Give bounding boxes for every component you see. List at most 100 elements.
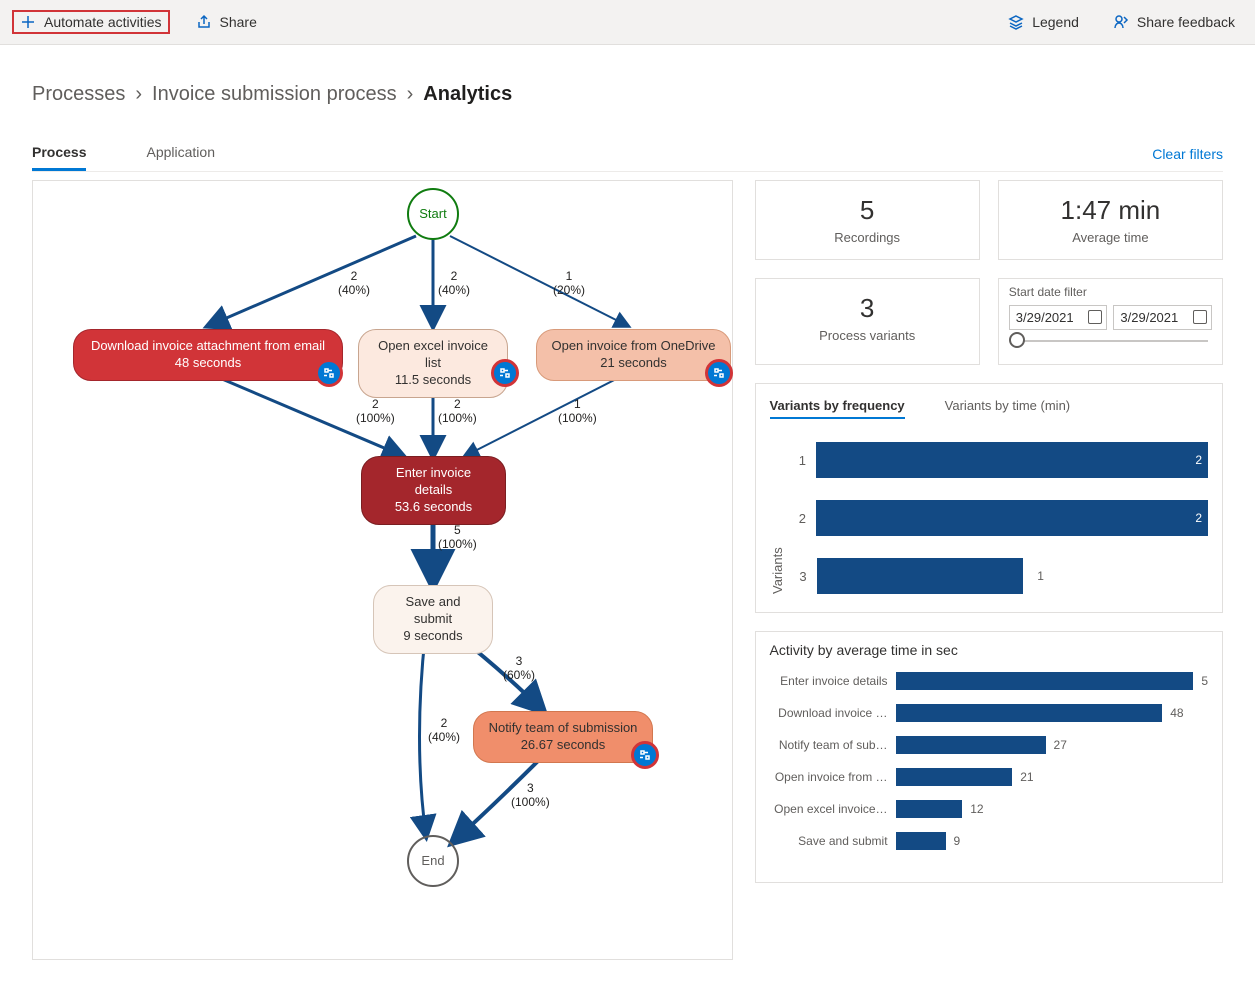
edge-label: 2 (100%)	[356, 397, 395, 426]
edge-label: 1 (20%)	[553, 269, 585, 298]
stat-recordings-label: Recordings	[766, 230, 969, 245]
stat-recordings: 5 Recordings	[755, 180, 980, 260]
breadcrumb-item-invoice[interactable]: Invoice submission process	[152, 83, 397, 106]
bar-value: 2	[1195, 511, 1202, 525]
activity-row[interactable]: Enter invoice details 5	[770, 672, 1208, 690]
date-to-input[interactable]: 3/29/2021	[1113, 305, 1212, 330]
feedback-icon	[1113, 14, 1129, 30]
flow-node-end[interactable]: End	[407, 835, 459, 887]
flow-badge-icon[interactable]	[705, 359, 733, 387]
stat-recordings-value: 5	[766, 195, 969, 226]
activity-label: Enter invoice details	[770, 674, 888, 688]
bar-category: 2	[795, 511, 806, 526]
layers-icon	[1008, 14, 1024, 30]
tab-variants-by-time[interactable]: Variants by time (min)	[945, 394, 1070, 419]
activity-value: 5	[1201, 674, 1208, 688]
activity-row[interactable]: Download invoice …48	[770, 704, 1208, 722]
tab-process[interactable]: Process	[32, 136, 86, 171]
process-flowchart[interactable]: Start 2 (40%) 2 (40%) 1 (20%) Download i…	[32, 180, 733, 960]
edge-label: 2 (100%)	[438, 397, 477, 426]
activity-row[interactable]: Save and submit 9	[770, 832, 1208, 850]
activity-row[interactable]: Notify team of sub… 27	[770, 736, 1208, 754]
date-from-input[interactable]: 3/29/2021	[1009, 305, 1108, 330]
stat-variants: 3 Process variants	[755, 278, 980, 365]
edge-label: 5 (100%)	[438, 523, 477, 552]
activity-value: 9	[954, 834, 961, 848]
clear-filters-link[interactable]: Clear filters	[1152, 146, 1223, 162]
activity-bar	[896, 672, 1194, 690]
activity-bar	[896, 800, 963, 818]
bar-row[interactable]: 31	[795, 558, 1208, 594]
activity-label: Save and submit	[770, 834, 888, 848]
date-slider[interactable]	[1013, 340, 1208, 342]
edge-label: 2 (40%)	[428, 716, 460, 745]
flow-node-download[interactable]: Download invoice attachment from email 4…	[73, 329, 343, 381]
flow-badge-icon[interactable]	[491, 359, 519, 387]
automate-activities-button[interactable]: Automate activities	[12, 10, 170, 34]
bar-category: 3	[795, 569, 807, 584]
bar-value: 1	[1037, 569, 1044, 583]
flow-node-open-excel[interactable]: Open excel invoice list 11.5 seconds	[358, 329, 508, 398]
tabs-row: Process Application Clear filters	[32, 136, 1223, 172]
activity-value: 27	[1054, 738, 1067, 752]
variants-ylabel: Variants	[770, 442, 785, 594]
breadcrumb-item-processes[interactable]: Processes	[32, 83, 125, 106]
edge-label: 3 (60%)	[503, 654, 535, 683]
activity-row[interactable]: Open excel invoice… 12	[770, 800, 1208, 818]
flow-node-save-submit[interactable]: Save and submit 9 seconds	[373, 585, 493, 654]
activity-value: 21	[1020, 770, 1033, 784]
share-feedback-button[interactable]: Share feedback	[1105, 10, 1243, 34]
tab-variants-by-frequency[interactable]: Variants by frequency	[770, 394, 905, 419]
bar-rect: 2	[816, 442, 1208, 478]
breadcrumb: Processes › Invoice submission process ›…	[32, 83, 1223, 106]
flow-node-enter-details[interactable]: Enter invoice details 53.6 seconds	[361, 456, 506, 525]
flow-node-notify[interactable]: Notify team of submission 26.67 seconds	[473, 711, 653, 763]
activity-label: Open invoice from …	[770, 770, 888, 784]
slider-handle[interactable]	[1009, 332, 1025, 348]
chevron-right-icon: ›	[135, 83, 142, 106]
feedback-label: Share feedback	[1137, 14, 1235, 30]
bar-value: 2	[1195, 453, 1202, 467]
activity-panel-title: Activity by average time in sec	[770, 642, 1208, 658]
activity-row[interactable]: Open invoice from … 21	[770, 768, 1208, 786]
activity-bar	[896, 704, 1163, 722]
flow-badge-icon[interactable]	[631, 741, 659, 769]
plus-icon	[20, 14, 36, 30]
activity-panel: Activity by average time in sec Enter in…	[755, 631, 1223, 883]
automate-label: Automate activities	[44, 14, 162, 30]
legend-button[interactable]: Legend	[1000, 10, 1087, 34]
bar-rect: 2	[816, 500, 1208, 536]
flow-node-open-onedrive[interactable]: Open invoice from OneDrive 21 seconds	[536, 329, 731, 381]
flow-badge-icon[interactable]	[315, 359, 343, 387]
bar-row[interactable]: 22	[795, 500, 1208, 536]
flowchart-edges	[33, 181, 732, 959]
variants-chart[interactable]: 122231	[795, 442, 1208, 594]
stat-variants-value: 3	[766, 293, 969, 324]
activity-value: 12	[970, 802, 983, 816]
stat-avg-time: 1:47 min Average time	[998, 180, 1223, 260]
activity-label: Open excel invoice…	[770, 802, 888, 816]
share-button[interactable]: Share	[188, 10, 265, 34]
breadcrumb-item-current: Analytics	[423, 83, 512, 106]
activity-value: 48	[1170, 706, 1183, 720]
bar-rect	[817, 558, 1024, 594]
edge-label: 1 (100%)	[558, 397, 597, 426]
legend-label: Legend	[1032, 14, 1079, 30]
share-icon	[196, 14, 212, 30]
chevron-right-icon: ›	[407, 83, 414, 106]
bar-category: 1	[795, 453, 806, 468]
activity-bar	[896, 768, 1013, 786]
stat-avg-time-value: 1:47 min	[1009, 195, 1212, 226]
bar-row[interactable]: 12	[795, 442, 1208, 478]
share-label: Share	[220, 14, 257, 30]
edge-label: 2 (40%)	[338, 269, 370, 298]
toolbar: Automate activities Share Legend Share f…	[0, 0, 1255, 45]
tab-application[interactable]: Application	[146, 136, 215, 171]
edge-label: 2 (40%)	[438, 269, 470, 298]
activity-label: Notify team of sub…	[770, 738, 888, 752]
activity-bar	[896, 736, 1046, 754]
stat-variants-label: Process variants	[766, 328, 969, 343]
activity-chart[interactable]: Enter invoice details 5 Download invoice ……	[770, 672, 1208, 850]
date-filter: Start date filter 3/29/2021 3/29/2021	[998, 278, 1223, 365]
flow-node-start[interactable]: Start	[407, 188, 459, 240]
